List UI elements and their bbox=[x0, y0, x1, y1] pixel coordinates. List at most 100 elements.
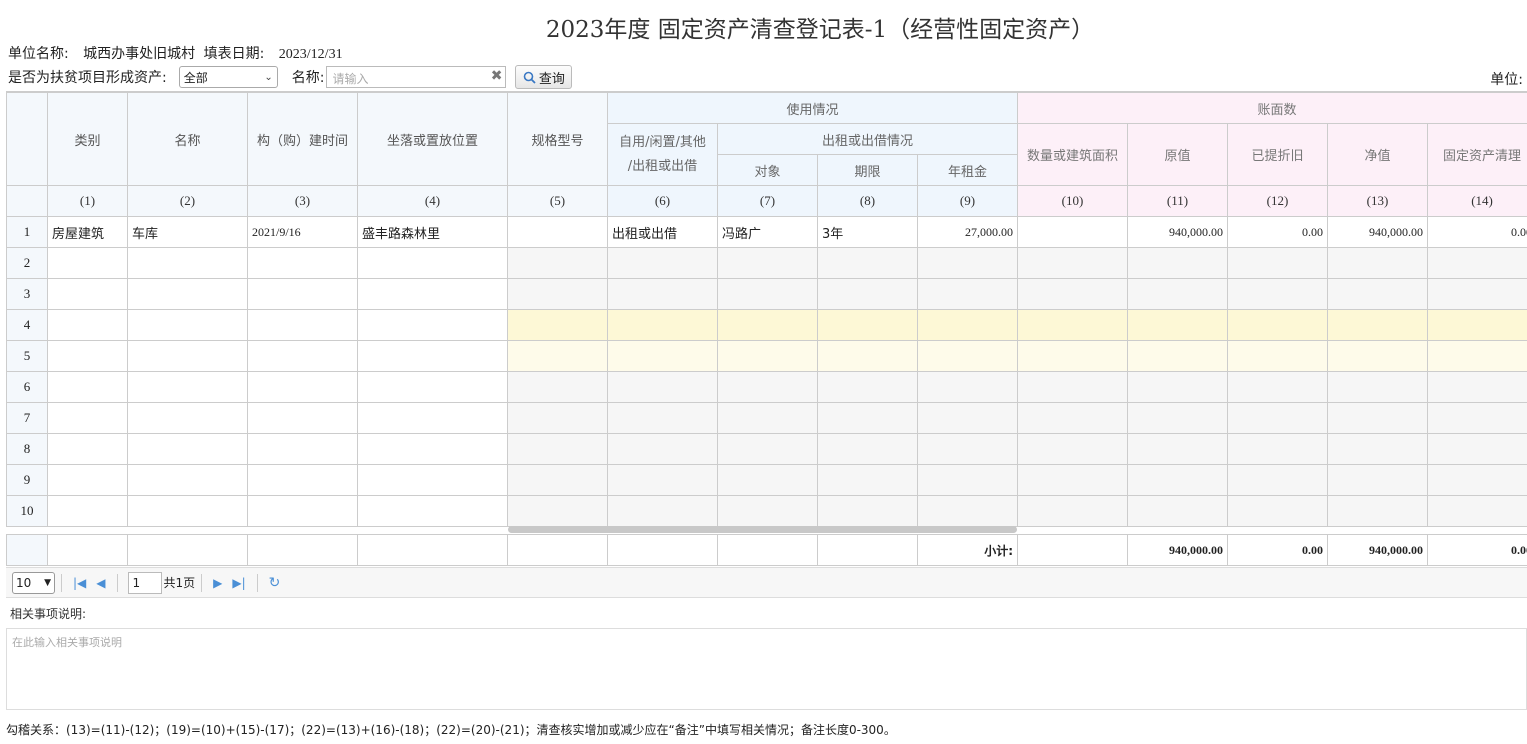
cell-usage[interactable] bbox=[607, 402, 718, 434]
table-row[interactable]: 3 bbox=[6, 278, 1527, 310]
cell-qty[interactable] bbox=[1017, 495, 1129, 527]
cell-category[interactable] bbox=[47, 402, 128, 434]
cell-dep[interactable] bbox=[1227, 371, 1329, 403]
cell-location[interactable] bbox=[357, 371, 508, 403]
cell-clear[interactable] bbox=[1427, 495, 1527, 527]
cell-time[interactable] bbox=[247, 340, 358, 372]
page-number-input[interactable]: 1 bbox=[127, 571, 162, 594]
cell-location[interactable] bbox=[357, 247, 508, 279]
notes-textarea[interactable]: 在此输入相关事项说明 bbox=[6, 629, 1527, 710]
cell-net[interactable] bbox=[1327, 433, 1429, 465]
cell-dep[interactable] bbox=[1227, 402, 1329, 434]
cell-spec[interactable] bbox=[507, 278, 608, 310]
cell-clear[interactable] bbox=[1427, 309, 1527, 341]
page-size-select[interactable]: 10 ▼ bbox=[12, 571, 55, 594]
cell-target[interactable] bbox=[717, 371, 818, 403]
cell-clear[interactable] bbox=[1427, 464, 1527, 496]
cell-rent[interactable] bbox=[916, 247, 1019, 279]
cell-time[interactable] bbox=[247, 402, 358, 434]
cell-usage[interactable] bbox=[607, 464, 718, 496]
cell-orig[interactable] bbox=[1127, 402, 1229, 434]
cell-category[interactable] bbox=[47, 495, 128, 527]
cell-location[interactable] bbox=[357, 340, 508, 372]
cell-term[interactable] bbox=[817, 433, 918, 465]
cell-target[interactable] bbox=[717, 340, 818, 372]
cell-name[interactable] bbox=[127, 433, 248, 465]
cell-clear[interactable] bbox=[1427, 340, 1527, 372]
cell-time[interactable] bbox=[247, 247, 358, 279]
cell-location[interactable] bbox=[357, 309, 508, 341]
cell-dep[interactable] bbox=[1227, 309, 1329, 341]
cell-spec[interactable] bbox=[507, 371, 608, 403]
cell-rent[interactable] bbox=[916, 309, 1019, 341]
table-row[interactable]: 6 bbox=[6, 371, 1527, 403]
cell-name[interactable] bbox=[127, 495, 248, 527]
cell-category[interactable] bbox=[47, 371, 128, 403]
cell-orig[interactable] bbox=[1127, 340, 1229, 372]
cell-orig[interactable] bbox=[1127, 278, 1229, 310]
cell-term[interactable] bbox=[817, 495, 918, 527]
cell-category[interactable] bbox=[47, 247, 128, 279]
table-row[interactable]: 8 bbox=[6, 433, 1527, 465]
cell-usage[interactable] bbox=[607, 309, 718, 341]
cell-net[interactable] bbox=[1327, 247, 1429, 279]
cell-orig[interactable] bbox=[1127, 309, 1229, 341]
cell-term[interactable] bbox=[817, 309, 918, 341]
cell-target[interactable]: 冯路广 bbox=[717, 216, 818, 248]
cell-name[interactable] bbox=[127, 371, 248, 403]
cell-category[interactable] bbox=[47, 278, 128, 310]
cell-category[interactable] bbox=[47, 340, 128, 372]
cell-target[interactable] bbox=[717, 495, 818, 527]
cell-qty[interactable] bbox=[1017, 464, 1129, 496]
cell-clear[interactable]: 0.00 bbox=[1427, 216, 1527, 248]
cell-rent[interactable] bbox=[916, 433, 1019, 465]
cell-qty[interactable] bbox=[1017, 340, 1129, 372]
prev-page-icon[interactable]: ◀ bbox=[96, 576, 105, 590]
cell-rent[interactable] bbox=[916, 340, 1019, 372]
cell-dep[interactable]: 0.00 bbox=[1227, 216, 1329, 248]
cell-net[interactable] bbox=[1327, 402, 1429, 434]
cell-rent[interactable] bbox=[916, 278, 1019, 310]
cell-dep[interactable] bbox=[1227, 433, 1329, 465]
cell-qty[interactable] bbox=[1017, 309, 1129, 341]
cell-dep[interactable] bbox=[1227, 247, 1329, 279]
cell-orig[interactable] bbox=[1127, 433, 1229, 465]
cell-time[interactable]: 2021/9/16 bbox=[247, 216, 358, 248]
cell-net[interactable]: 940,000.00 bbox=[1327, 216, 1429, 248]
cell-rent[interactable] bbox=[916, 371, 1019, 403]
cell-location[interactable]: 盛丰路森林里 bbox=[357, 216, 508, 248]
table-row[interactable]: 2 bbox=[6, 247, 1527, 279]
cell-name[interactable] bbox=[127, 247, 248, 279]
cell-target[interactable] bbox=[717, 309, 818, 341]
cell-orig[interactable] bbox=[1127, 247, 1229, 279]
cell-spec[interactable] bbox=[507, 216, 608, 248]
cell-target[interactable] bbox=[717, 464, 818, 496]
cell-location[interactable] bbox=[357, 464, 508, 496]
cell-name[interactable] bbox=[127, 402, 248, 434]
cell-term[interactable] bbox=[817, 464, 918, 496]
table-row[interactable]: 9 bbox=[6, 464, 1527, 496]
cell-usage[interactable]: 出租或出借 bbox=[607, 216, 718, 248]
cell-clear[interactable] bbox=[1427, 402, 1527, 434]
cell-usage[interactable] bbox=[607, 433, 718, 465]
cell-spec[interactable] bbox=[507, 464, 608, 496]
first-page-icon[interactable]: |◀ bbox=[73, 576, 86, 590]
table-row[interactable]: 1 房屋建筑 车库 2021/9/16 盛丰路森林里 出租或出借 冯路广 3年 27,000.0… bbox=[6, 216, 1527, 248]
cell-usage[interactable] bbox=[607, 278, 718, 310]
cell-usage[interactable] bbox=[607, 495, 718, 527]
cell-name[interactable]: 车库 bbox=[127, 216, 248, 248]
cell-rent[interactable] bbox=[916, 495, 1019, 527]
cell-location[interactable] bbox=[357, 402, 508, 434]
cell-orig[interactable] bbox=[1127, 371, 1229, 403]
cell-usage[interactable] bbox=[607, 371, 718, 403]
cell-category[interactable] bbox=[47, 309, 128, 341]
cell-spec[interactable] bbox=[507, 309, 608, 341]
cell-qty[interactable] bbox=[1017, 278, 1129, 310]
cell-spec[interactable] bbox=[507, 495, 608, 527]
cell-category[interactable] bbox=[47, 464, 128, 496]
cell-qty[interactable] bbox=[1017, 402, 1129, 434]
cell-usage[interactable] bbox=[607, 247, 718, 279]
query-button[interactable]: 查询 bbox=[515, 65, 573, 89]
table-row[interactable]: 7 bbox=[6, 402, 1527, 434]
cell-orig[interactable] bbox=[1127, 495, 1229, 527]
